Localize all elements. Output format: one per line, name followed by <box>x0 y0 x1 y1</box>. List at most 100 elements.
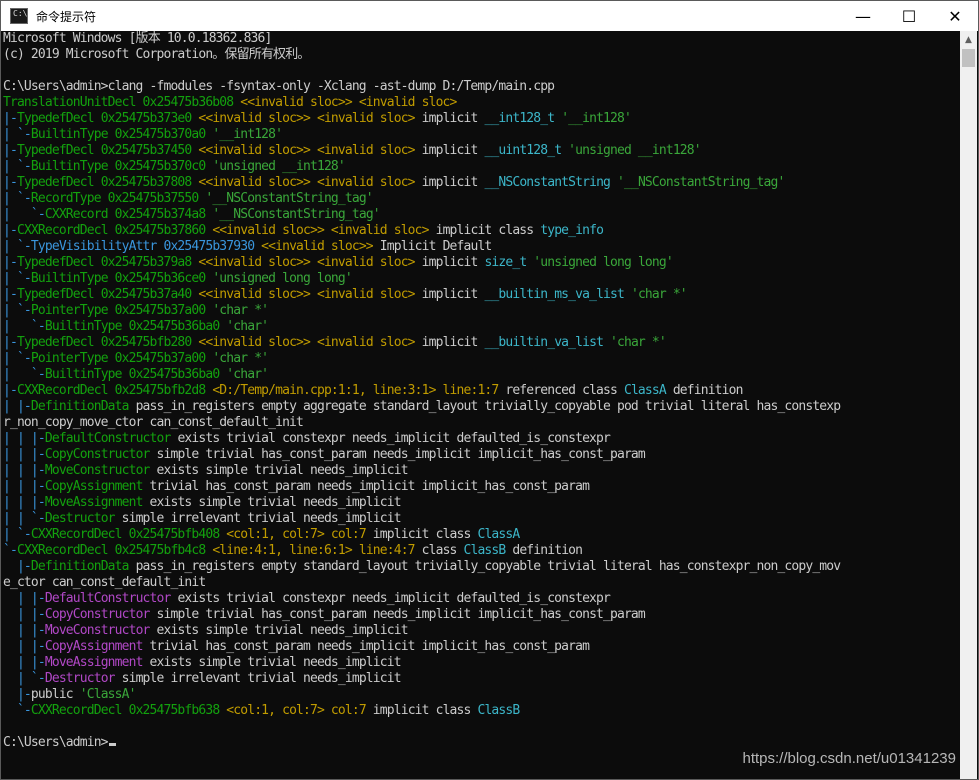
console-text-segment: |- <box>3 111 18 126</box>
console-text-segment: C:\Users\admin>clang -fmodules -fsyntax-… <box>3 79 555 94</box>
console-text-segment: (c) 2019 Microsoft Corporation。保留所有权利。 <box>3 47 310 62</box>
console-text-segment: simple trivial has_const_param needs_imp… <box>156 607 646 622</box>
console-text-segment: TranslationUnitDecl 0x25475b36b08 <box>3 95 241 110</box>
console-line: | | `-Destructor simple irrelevant trivi… <box>3 511 402 527</box>
console-text-segment: TypedefDecl 0x25475b37450 <box>16 143 199 158</box>
console-text-segment: | `- <box>3 671 46 686</box>
console-text-segment: Destructor <box>44 671 122 686</box>
maximize-button[interactable]: ☐ <box>886 1 932 31</box>
console-text-segment: simple irrelevant trivial needs_implicit <box>121 511 402 526</box>
console-text-segment: |- <box>3 143 18 158</box>
console-text-segment: implicit <box>414 287 485 302</box>
console-text-segment: CXXRecordDecl 0x25475b37860 <box>16 223 213 238</box>
console-text-segment: CopyConstructor <box>44 447 157 462</box>
console-text-segment: public <box>30 687 80 702</box>
cmd-app-icon[interactable]: C:\ <box>10 8 28 24</box>
console-text-segment: <<invalid sloc>> <invalid sloc> <box>198 175 415 190</box>
console-text-segment: TypedefDecl 0x25475b37a40 <box>16 287 199 302</box>
console-line: `-CXXRecordDecl 0x25475bfb638 <col:1, co… <box>3 703 520 719</box>
console-line: C:\Users\admin>clang -fmodules -fsyntax-… <box>3 79 555 95</box>
console-text-segment: trivial has_const_param needs_implicit i… <box>149 639 590 654</box>
console-text-segment: trivial has_const_param needs_implicit i… <box>149 479 590 494</box>
console-line: |-TypedefDecl 0x25475b37450 <<invalid sl… <box>3 143 702 159</box>
console-text-segment: CXXRecord 0x25475b374a8 <box>44 207 213 222</box>
console-text-segment: class <box>414 543 464 558</box>
console-text-segment: 'char *' <box>212 303 269 318</box>
console-text-segment: exists simple trivial needs_implicit <box>149 495 402 510</box>
console-line: |-public 'ClassA' <box>3 687 136 703</box>
console-text-segment: MoveAssignment <box>44 495 150 510</box>
console-line: | | |-MoveConstructor exists simple triv… <box>3 463 409 479</box>
minimize-button[interactable]: — <box>840 1 886 31</box>
console-text-segment: | | |- <box>3 495 46 510</box>
console-line: | |-CopyAssignment trivial has_const_par… <box>3 639 590 655</box>
console-text-segment: | |- <box>3 639 46 654</box>
console-line: (c) 2019 Microsoft Corporation。保留所有权利。 <box>3 47 310 63</box>
console-text-segment: implicit <box>414 255 485 270</box>
console-line: | `-PointerType 0x25475b37a00 'char *' <box>3 351 269 367</box>
console-text-segment: definition <box>505 543 583 558</box>
console-text-segment: implicit <box>414 175 485 190</box>
console-line: | |-MoveAssignment exists simple trivial… <box>3 655 402 671</box>
console-text-segment: Destructor <box>44 511 122 526</box>
console-line: | `-PointerType 0x25475b37a00 'char *' <box>3 303 269 319</box>
console-text-segment: 'char *' <box>603 335 667 350</box>
console-text-segment: TypedefDecl 0x25475b373e0 <box>16 111 199 126</box>
console-line: | |-CopyConstructor simple trivial has_c… <box>3 607 646 623</box>
console-text-segment: <<invalid sloc>> <invalid sloc> <box>198 143 415 158</box>
console-line: | |-MoveConstructor exists simple trivia… <box>3 623 409 639</box>
console-line: C:\Users\admin> <box>3 735 116 751</box>
console-text-segment: CopyAssignment <box>44 479 150 494</box>
console-text-segment: '__int128' <box>212 127 283 142</box>
console-text-segment: | | |- <box>3 431 46 446</box>
close-button[interactable]: ✕ <box>932 1 978 31</box>
console-text-segment: BuiltinType 0x25475b370c0 <box>30 159 213 174</box>
console-text-segment: 'char' <box>226 319 269 334</box>
console-text-segment: | |- <box>3 591 46 606</box>
console-text-segment: CXXRecordDecl 0x25475bfb638 <box>30 703 227 718</box>
console-text-segment: <<invalid sloc>> <invalid sloc> <box>198 335 415 350</box>
console-text-segment: 'ClassA' <box>79 687 137 702</box>
console-text-segment: ClassA <box>623 383 667 398</box>
command-prompt-window: C:\ 命令提示符 — ☐ ✕ Microsoft Windows [版本 10… <box>0 0 979 780</box>
console-text-segment: | | |- <box>3 447 46 462</box>
title-bar[interactable]: C:\ 命令提示符 — ☐ ✕ <box>1 1 978 31</box>
console-text-segment: `- <box>3 703 32 718</box>
console-line: |-DefinitionData pass_in_registers empty… <box>3 559 841 575</box>
console-text-segment: ClassB <box>463 543 507 558</box>
console-line: TranslationUnitDecl 0x25475b36b08 <<inva… <box>3 95 457 111</box>
console-text-segment: | |- <box>3 607 46 622</box>
console-text-segment: __builtin_va_list <box>484 335 604 350</box>
console-text-segment: | `- <box>3 191 32 206</box>
console-line: | `-TypeVisibilityAttr 0x25475b37930 <<i… <box>3 239 492 255</box>
console-text-segment: | `- <box>3 271 32 286</box>
console-text-segment: MoveAssignment <box>44 655 150 670</box>
console-text-segment: exists simple trivial needs_implicit <box>156 463 409 478</box>
console-text-segment: 'unsigned __int128' <box>212 159 345 174</box>
console-text-segment: |- <box>3 175 18 190</box>
console-text-segment: TypeVisibilityAttr 0x25475b37930 <box>30 239 262 254</box>
console-output[interactable]: Microsoft Windows [版本 10.0.18362.836] (c)… <box>1 31 961 779</box>
console-text-segment: ClassA <box>477 527 520 542</box>
console-text-segment: |- <box>3 287 18 302</box>
vertical-scrollbar[interactable]: ▲ <box>960 31 977 779</box>
console-text-segment: MoveConstructor <box>44 623 157 638</box>
console-text-segment: exists simple trivial needs_implicit <box>149 655 402 670</box>
console-text-segment: | | `- <box>3 511 46 526</box>
console-text-segment: |- <box>3 335 18 350</box>
scroll-thumb[interactable] <box>962 49 975 67</box>
console-text-segment: | `- <box>3 127 32 142</box>
console-text-segment: TypedefDecl 0x25475bfb280 <box>16 335 199 350</box>
console-text-segment: implicit class <box>365 527 478 542</box>
console-text-segment: implicit <box>414 143 485 158</box>
scroll-up-icon[interactable]: ▲ <box>960 31 977 48</box>
console-text-segment: | `- <box>3 207 46 222</box>
console-text-segment: size_t <box>484 255 527 270</box>
console-text-segment: '__int128' <box>554 111 632 126</box>
console-text-segment: '__NSConstantString_tag' <box>205 191 373 206</box>
window-controls: — ☐ ✕ <box>840 1 978 31</box>
console-text-segment: 'unsigned __int128' <box>561 143 701 158</box>
console-text-segment: BuiltinType 0x25475b36ba0 <box>44 319 227 334</box>
console-line: |-CXXRecordDecl 0x25475bfb2d8 <D:/Temp/m… <box>3 383 743 399</box>
console-text-segment: | |- <box>3 399 32 414</box>
